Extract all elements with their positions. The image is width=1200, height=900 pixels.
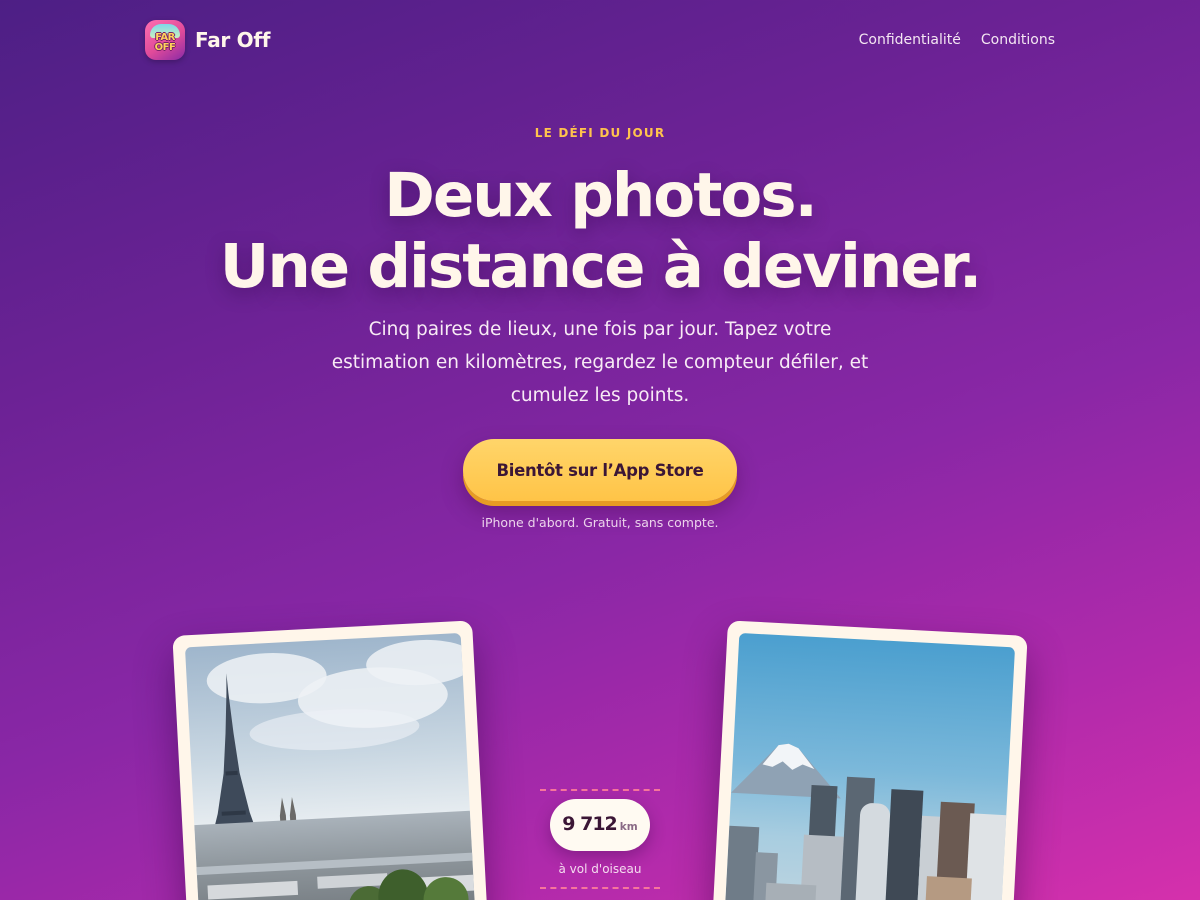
- logo-text-bottom: OFF: [154, 42, 176, 53]
- cta-note: iPhone d'abord. Gratuit, sans compte.: [481, 515, 719, 530]
- distance-label: à vol d'oiseau: [558, 862, 642, 876]
- nav-link-terms[interactable]: Conditions: [981, 32, 1055, 48]
- distance-badge: 9 712 km: [550, 799, 650, 851]
- paris-eiffel-tower-photo: [184, 632, 476, 900]
- app-logo-icon: FAR OFF: [145, 20, 185, 60]
- eyebrow-label: LE DÉFI DU JOUR: [534, 126, 666, 140]
- app-store-button[interactable]: Bientôt sur l’App Store: [463, 439, 737, 501]
- photo-card-right: [712, 620, 1028, 900]
- headline-line-2: Une distance à deviner.: [219, 231, 982, 302]
- dashed-line-bottom: [540, 887, 660, 889]
- distance-unit: km: [619, 821, 638, 833]
- hero-subtitle: Cinq paires de lieux, une fois par jour.…: [331, 319, 869, 406]
- dashed-line-top: [540, 789, 660, 791]
- nav-link-privacy[interactable]: Confidentialité: [859, 32, 961, 48]
- photo-card-left: [172, 620, 488, 900]
- tokyo-mount-fuji-photo: [724, 632, 1016, 900]
- distance-value: 9 712: [562, 813, 617, 835]
- brand-name: Far Off: [195, 28, 271, 52]
- top-nav: Confidentialité Conditions: [859, 32, 1055, 48]
- brand-link[interactable]: FAR OFF Far Off: [145, 20, 270, 60]
- site-header: FAR OFF Far Off Confidentialité Conditio…: [145, 20, 1055, 60]
- headline-line-1: Deux photos.: [384, 160, 818, 231]
- page-title: Deux photos. Une distance à deviner.: [0, 160, 1200, 302]
